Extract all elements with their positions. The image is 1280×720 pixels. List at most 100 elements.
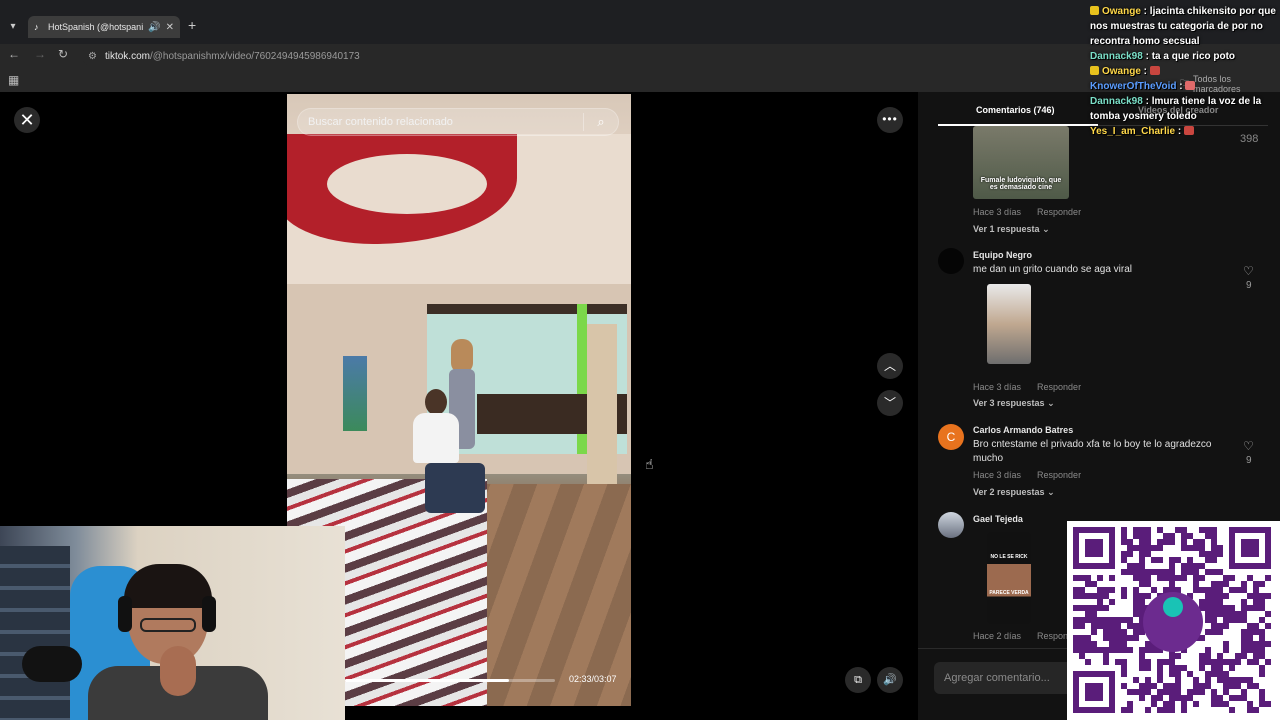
browser-tab[interactable]: ♪ HotSpanish (@hotspanishm 🔊 ✕	[28, 16, 180, 38]
url-field[interactable]: ⚙ tiktok.com/@hotspanishmx/video/7602494…	[82, 46, 1092, 66]
yape-logo-badge	[1163, 597, 1183, 617]
qr-module	[1085, 581, 1091, 587]
qr-module	[1193, 587, 1199, 593]
comment-username[interactable]: Gael Tejeda	[973, 514, 1023, 524]
tab-audio-icon[interactable]: 🔊	[148, 22, 160, 33]
view-replies-button[interactable]: Ver 1 respuesta ⌄	[973, 224, 1050, 235]
close-icon[interactable]: ✕	[14, 107, 40, 133]
chat-message: Dannack98 : lmura tiene la voz de la tom…	[1090, 96, 1262, 122]
qr-module	[1133, 689, 1139, 695]
reply-button[interactable]: Responder	[1037, 382, 1081, 392]
tab-close-icon[interactable]: ✕	[166, 22, 174, 33]
webcam-hair	[124, 564, 212, 608]
qr-module	[1127, 623, 1133, 629]
chat-username: Owange	[1102, 6, 1141, 17]
qr-module	[1109, 599, 1115, 605]
reload-icon[interactable]: ↻	[58, 47, 68, 61]
comment-sticker-image[interactable]: Fumale ludoviquito, que es demasiado cin…	[973, 126, 1069, 199]
search-icon[interactable]: ⌕	[584, 114, 618, 130]
qr-module	[1265, 593, 1271, 599]
forward-icon[interactable]: →	[34, 47, 46, 61]
qr-module	[1097, 575, 1103, 581]
view-replies-button[interactable]: Ver 2 respuestas ⌄	[973, 487, 1055, 498]
qr-module	[1199, 545, 1205, 551]
qr-module	[1217, 599, 1223, 605]
chat-message: Dannack98 : ta a que rico poto	[1090, 51, 1236, 62]
qr-module	[1247, 635, 1253, 641]
comment-username[interactable]: Equipo Negro	[973, 250, 1032, 260]
tab-comments[interactable]: Comentarios (746)	[976, 105, 1055, 115]
qr-module	[1187, 569, 1193, 575]
qr-module	[1139, 653, 1145, 659]
qr-module	[1115, 617, 1121, 623]
qr-module	[1259, 599, 1265, 605]
chevron-up-icon[interactable]: ︿	[877, 353, 903, 379]
chat-emote-icon	[1185, 81, 1196, 90]
qr-module	[1079, 593, 1085, 599]
qr-module	[1145, 551, 1151, 557]
qr-module	[1217, 611, 1223, 617]
qr-module	[1157, 707, 1163, 713]
qr-module	[1247, 701, 1253, 707]
avatar[interactable]	[938, 512, 964, 538]
comment-sticker-image[interactable]	[987, 284, 1031, 364]
bookmarks-bar: ▦	[0, 68, 1280, 92]
qr-module	[1091, 641, 1097, 647]
qr-module	[1175, 575, 1181, 581]
qr-module	[1235, 683, 1241, 689]
qr-module	[1079, 587, 1085, 593]
comment-sticker-image[interactable]: NO LE SE RICK PARECE VERDA	[987, 532, 1031, 624]
qr-module	[1169, 659, 1175, 665]
chat-username: Dannack98	[1090, 96, 1143, 107]
qr-module	[1175, 683, 1181, 689]
search-placeholder: Buscar contenido relacionado	[308, 116, 453, 128]
qr-module	[1193, 569, 1199, 575]
heart-icon[interactable]: ♡	[1243, 264, 1254, 278]
qr-module	[1205, 659, 1211, 665]
picture-in-picture-icon[interactable]: ⧉	[845, 667, 871, 693]
more-icon[interactable]: •••	[877, 107, 903, 133]
qr-module	[1187, 695, 1193, 701]
related-search-input[interactable]: Buscar contenido relacionado ⌕	[297, 108, 619, 136]
reply-button[interactable]: Responder	[1037, 470, 1081, 480]
chevron-down-icon[interactable]: ﹀	[877, 390, 903, 416]
new-tab-button[interactable]: +	[188, 17, 196, 33]
comment-username[interactable]: Carlos Armando Batres	[973, 425, 1073, 435]
apps-grid-icon[interactable]: ▦	[8, 73, 19, 87]
qr-module	[1091, 605, 1097, 611]
qr-module	[1103, 605, 1109, 611]
avatar[interactable]: C	[938, 424, 964, 450]
comment-input[interactable]: Agregar comentario...	[934, 662, 1074, 694]
qr-module	[1169, 671, 1175, 677]
qr-module	[1133, 635, 1139, 641]
microphone-icon	[22, 646, 82, 682]
qr-module	[1097, 605, 1103, 611]
qr-module	[1247, 593, 1253, 599]
heart-icon[interactable]: ♡	[1243, 439, 1254, 453]
chat-emote-icon	[1149, 66, 1160, 75]
qr-module	[1193, 575, 1199, 581]
qr-module	[1139, 563, 1145, 569]
webcam-shelf	[0, 546, 70, 720]
view-replies-label: Ver 2 respuestas	[973, 487, 1045, 497]
qr-module	[1259, 635, 1265, 641]
qr-module	[1253, 629, 1259, 635]
qr-module	[1259, 605, 1265, 611]
headset-icon	[118, 596, 132, 632]
qr-module	[1205, 593, 1211, 599]
qr-module	[1133, 611, 1139, 617]
reply-button[interactable]: Responder	[1037, 207, 1081, 217]
tab-search-button[interactable]: ▾	[4, 18, 22, 36]
qr-module	[1211, 701, 1217, 707]
avatar[interactable]	[938, 248, 964, 274]
comment-meta: Hace 3 días Responder	[973, 470, 1081, 480]
view-replies-button[interactable]: Ver 3 respuestas ⌄	[973, 398, 1055, 409]
qr-module	[1211, 569, 1217, 575]
qr-module	[1199, 665, 1205, 671]
qr-module	[1241, 641, 1247, 647]
qr-module	[1253, 605, 1259, 611]
qr-module	[1223, 677, 1229, 683]
back-icon[interactable]: ←	[8, 47, 20, 61]
site-info-icon[interactable]: ⚙	[88, 51, 97, 62]
volume-icon[interactable]: 🔊	[877, 667, 903, 693]
